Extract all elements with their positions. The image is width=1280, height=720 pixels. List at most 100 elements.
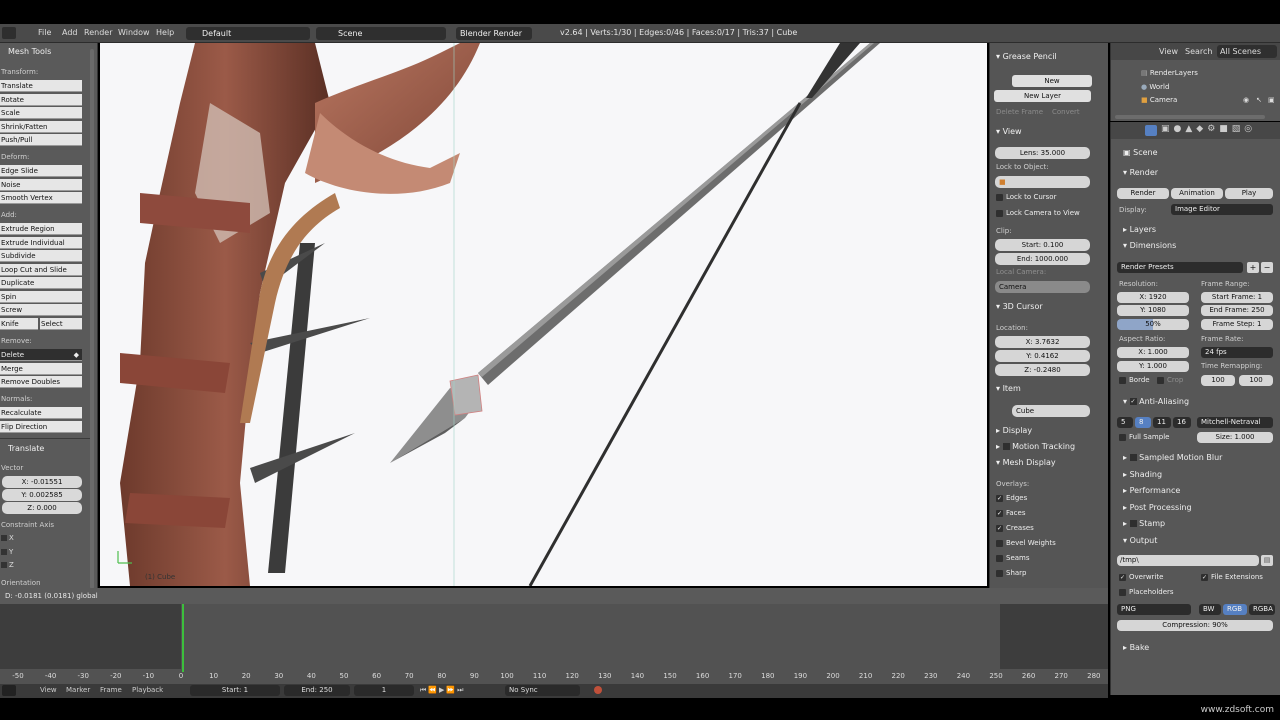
render-panel-header[interactable]: ▾ Render [1123, 168, 1158, 177]
layers-panel-header[interactable]: ▸ Layers [1123, 225, 1156, 234]
record-icon[interactable] [594, 686, 602, 694]
vector-x-field[interactable]: X: -0.01551 [2, 476, 82, 488]
output-path-field[interactable]: /tmp\ [1117, 555, 1259, 566]
3d-cursor-header[interactable]: ▾ 3D Cursor [996, 302, 1043, 311]
sampled-motion-blur-header[interactable]: ▸ Sampled Motion Blur [1123, 453, 1222, 462]
cursor-x-field[interactable]: X: 3.7632 [995, 336, 1090, 348]
item-name-field[interactable]: Cube [1012, 405, 1090, 417]
placeholders-checkbox[interactable]: Placeholders [1119, 588, 1174, 596]
remove-doubles-button[interactable]: Remove Doubles [0, 376, 82, 388]
visibility-eye-icon[interactable]: ◉ [1243, 96, 1249, 104]
outliner-scrollbar[interactable] [1115, 115, 1265, 119]
menu-add[interactable]: Add [62, 28, 78, 37]
cursor-y-field[interactable]: Y: 0.4162 [995, 350, 1090, 362]
translate-button[interactable]: Translate [0, 80, 82, 92]
timeline-editor-icon[interactable] [2, 685, 16, 696]
tab-icons[interactable]: ▣●▲◆⚙■▧◎ [1161, 124, 1256, 134]
rotate-button[interactable]: Rotate [0, 94, 82, 106]
convert-button[interactable]: Convert [1052, 108, 1080, 116]
subdivide-button[interactable]: Subdivide [0, 250, 82, 262]
tool-shelf-scrollbar[interactable] [90, 49, 94, 589]
resolution-y-field[interactable]: Y: 1080 [1117, 305, 1189, 316]
output-panel-header[interactable]: ▾ Output [1123, 536, 1157, 545]
scene-selector[interactable]: Scene [316, 27, 446, 40]
aspect-y-field[interactable]: Y: 1.000 [1117, 361, 1189, 372]
color-rgb-button[interactable]: RGB [1223, 604, 1247, 615]
mesh-tools-header[interactable]: Mesh Tools [8, 47, 51, 56]
render-presets-select[interactable]: Render Presets [1117, 262, 1243, 273]
clip-start-field[interactable]: Start: 0.100 [995, 239, 1090, 251]
outliner-display-select[interactable]: All Scenes [1217, 45, 1277, 58]
screw-button[interactable]: Screw [0, 304, 82, 316]
menu-file[interactable]: File [38, 28, 51, 37]
cursor-z-field[interactable]: Z: -0.2480 [995, 364, 1090, 376]
aa-size-field[interactable]: Size: 1.000 [1197, 432, 1273, 443]
motion-tracking-header[interactable]: ▸ Motion Tracking [996, 442, 1075, 451]
anti-aliasing-panel-header[interactable]: ▾ ✓ Anti-Aliasing [1123, 397, 1189, 406]
lock-camera-checkbox[interactable]: Lock Camera to View [996, 209, 1080, 217]
push-pull-button[interactable]: Push/Pull [0, 134, 82, 146]
overlay-edges-checkbox[interactable]: ✓ Edges [996, 494, 1027, 502]
duplicate-button[interactable]: Duplicate [0, 277, 82, 289]
vector-y-field[interactable]: Y: 0.002585 [2, 489, 82, 501]
playback-controls[interactable]: ⏮⏪▶⏩⏭ [420, 686, 465, 695]
timeline-menu-playback[interactable]: Playback [132, 686, 163, 694]
end-frame-field[interactable]: End: 250 [284, 685, 350, 696]
timeline-editor[interactable]: -50 -40 -30 -20 -10 0 10 20 30 40 50 60 70 80 90 100 110… [0, 604, 1108, 684]
knife-button[interactable]: Knife [0, 318, 38, 330]
end-frame-field[interactable]: End Frame: 250 [1201, 305, 1273, 316]
overlay-bevel-checkbox[interactable]: Bevel Weights [996, 539, 1056, 547]
current-frame-cursor[interactable] [182, 604, 184, 672]
smooth-vertex-button[interactable]: Smooth Vertex [0, 192, 82, 204]
outliner-menu-view[interactable]: View [1159, 47, 1178, 56]
full-sample-checkbox[interactable]: Full Sample [1119, 433, 1169, 441]
aa-samples-8[interactable]: 8 [1135, 417, 1151, 428]
aspect-x-field[interactable]: X: 1.000 [1117, 347, 1189, 358]
aa-samples-11[interactable]: 11 [1153, 417, 1171, 428]
remove-preset-icon[interactable]: − [1261, 262, 1273, 273]
remap-old-field[interactable]: 100 [1201, 375, 1235, 386]
overlay-faces-checkbox[interactable]: ✓ Faces [996, 509, 1025, 517]
start-frame-field[interactable]: Start Frame: 1 [1201, 292, 1273, 303]
resolution-percent-slider[interactable]: 50% [1117, 319, 1189, 330]
delete-frame-button[interactable]: Delete Frame [996, 108, 1043, 116]
lock-object-field[interactable]: ■ [995, 176, 1090, 188]
overlay-creases-checkbox[interactable]: ✓ Creases [996, 524, 1034, 532]
outliner-item-renderlayers[interactable]: ▤ RenderLayers [1141, 69, 1198, 77]
menu-render[interactable]: Render [84, 28, 112, 37]
constraint-x-checkbox[interactable]: X [1, 534, 14, 542]
aa-filter-select[interactable]: Mitchell-Netraval [1197, 417, 1273, 428]
dimensions-panel-header[interactable]: ▾ Dimensions [1123, 241, 1176, 250]
item-header[interactable]: ▾ Item [996, 384, 1021, 393]
view-header[interactable]: ▾ View [996, 127, 1022, 136]
post-processing-panel-header[interactable]: ▸ Post Processing [1123, 503, 1192, 512]
color-bw-button[interactable]: BW [1199, 604, 1221, 615]
constraint-y-checkbox[interactable]: Y [1, 548, 13, 556]
outliner-item-world[interactable]: ● World [1141, 83, 1169, 91]
display-select[interactable]: Image Editor [1171, 204, 1273, 215]
overlay-seams-checkbox[interactable]: Seams [996, 554, 1030, 562]
lock-to-cursor-checkbox[interactable]: Lock to Cursor [996, 193, 1056, 201]
noise-button[interactable]: Noise [0, 179, 82, 191]
delete-menu[interactable]: Delete ◆ [0, 349, 82, 361]
select-cursor-icon[interactable]: ↖ [1256, 96, 1262, 104]
clip-end-field[interactable]: End: 1000.000 [995, 253, 1090, 265]
folder-icon[interactable]: ▤ [1261, 555, 1273, 566]
extrude-region-button[interactable]: Extrude Region [0, 223, 82, 235]
timeline-menu-frame[interactable]: Frame [100, 686, 122, 694]
add-preset-icon[interactable]: + [1247, 262, 1259, 273]
vector-z-field[interactable]: Z: 0.000 [2, 502, 82, 514]
select-button[interactable]: Select [40, 318, 82, 330]
menu-help[interactable]: Help [156, 28, 174, 37]
render-play-button[interactable]: Play [1225, 188, 1273, 199]
render-camera-icon[interactable]: ▣ [1268, 96, 1275, 104]
menu-window[interactable]: Window [118, 28, 150, 37]
new-layer-button[interactable]: New Layer [994, 90, 1091, 102]
current-frame-field[interactable]: 1 [354, 685, 414, 696]
start-frame-field[interactable]: Start: 1 [190, 685, 280, 696]
overwrite-checkbox[interactable]: ✓ Overwrite [1119, 573, 1163, 581]
file-extensions-checkbox[interactable]: ✓ File Extensions [1201, 573, 1263, 581]
mesh-display-header[interactable]: ▾ Mesh Display [996, 458, 1056, 467]
overlay-sharp-checkbox[interactable]: Sharp [996, 569, 1027, 577]
scale-button[interactable]: Scale [0, 107, 82, 119]
